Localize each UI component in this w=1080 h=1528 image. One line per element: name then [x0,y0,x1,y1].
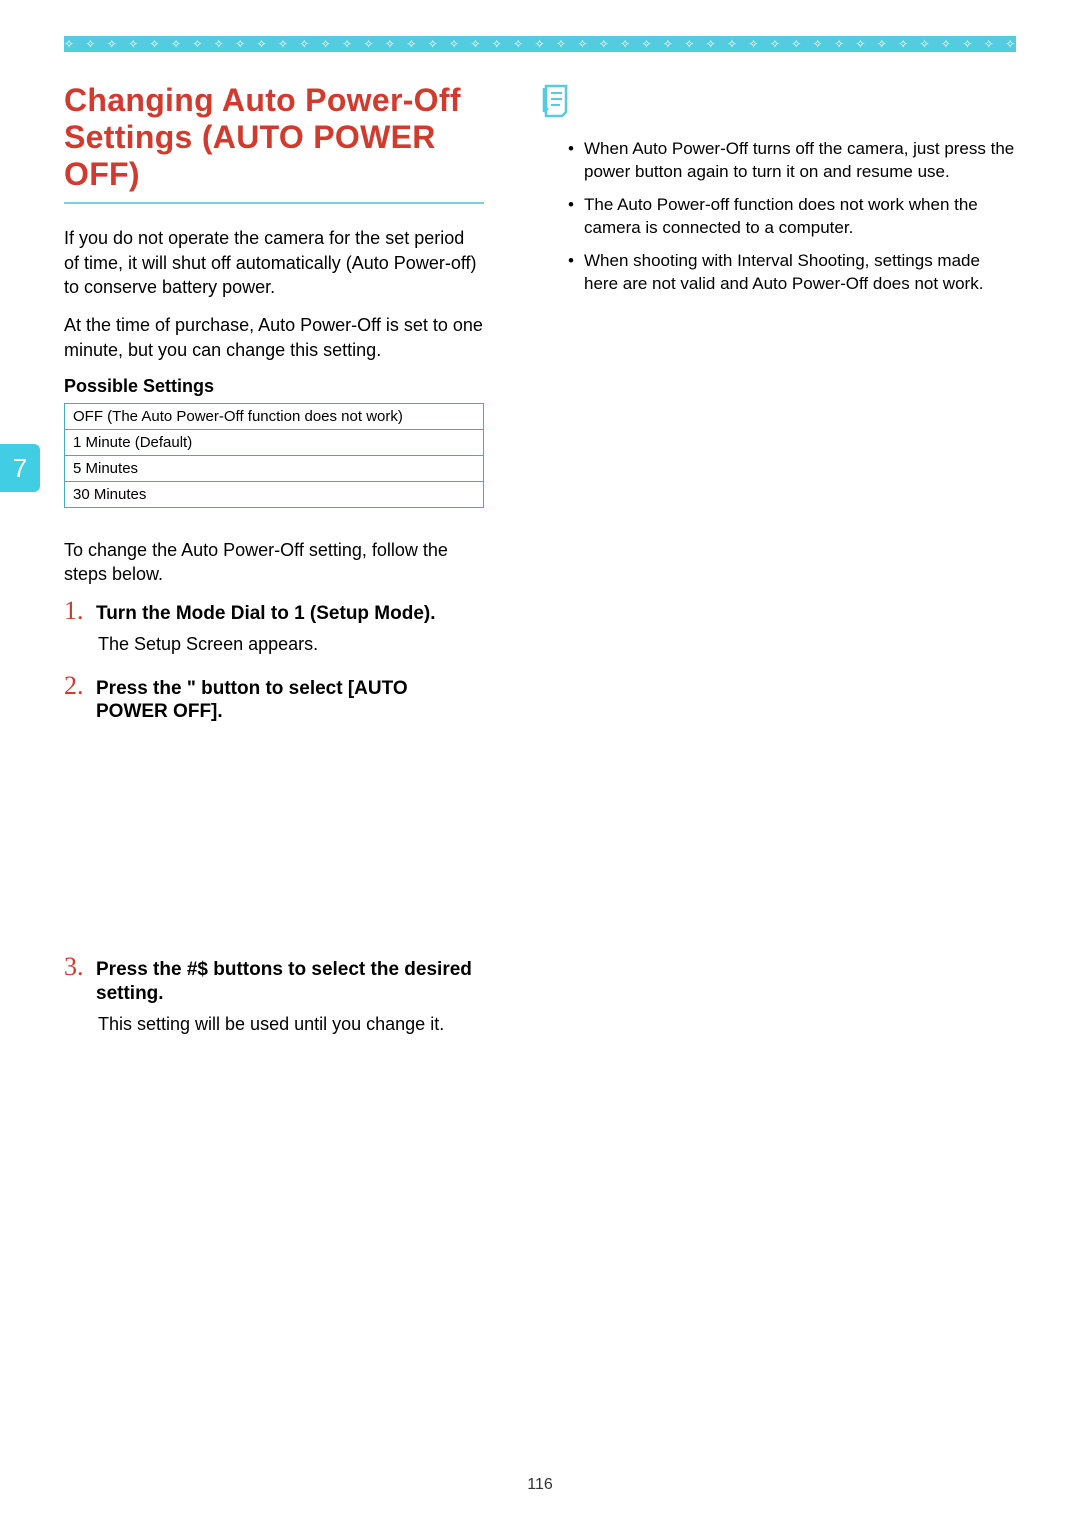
step-3-body: This setting will be used until you chan… [98,1012,484,1036]
intro-paragraph-1: If you do not operate the camera for the… [64,226,484,299]
memo-icon [540,82,576,118]
table-row: 5 Minutes [65,455,484,481]
step-number: 1. [64,598,86,624]
step-1: 1. Turn the Mode Dial to 1 (Setup Mode).… [64,598,484,656]
setting-1min: 1 Minute (Default) [65,429,484,455]
table-row: 1 Minute (Default) [65,429,484,455]
title-underline [64,202,484,204]
setting-off: OFF (The Auto Power-Off function does no… [65,403,484,429]
notes-list: When Auto Power-Off turns off the camera… [568,138,1016,296]
step-3-title: Press the #$ buttons to select the desir… [96,958,484,1006]
steps-intro: To change the Auto Power-Off setting, fo… [64,538,484,587]
setting-5min: 5 Minutes [65,455,484,481]
note-item: When shooting with Interval Shooting, se… [568,250,1016,296]
step-3: 3. Press the #$ buttons to select the de… [64,954,484,1036]
decorative-border: ✧ ✧ ✧ ✧ ✧ ✧ ✧ ✧ ✧ ✧ ✧ ✧ ✧ ✧ ✧ ✧ ✧ ✧ ✧ ✧ … [64,36,1016,52]
note-icon [540,82,1016,124]
section-title: Changing Auto Power-Off Settings (AUTO P… [64,82,484,192]
step-1-title: Turn the Mode Dial to 1 (Setup Mode). [96,602,436,626]
left-column: Changing Auto Power-Off Settings (AUTO P… [64,82,484,1052]
table-row: OFF (The Auto Power-Off function does no… [65,403,484,429]
step-number: 2. [64,673,86,699]
settings-table: OFF (The Auto Power-Off function does no… [64,403,484,508]
setting-30min: 30 Minutes [65,481,484,507]
step-number: 3. [64,954,86,980]
table-row: 30 Minutes [65,481,484,507]
step-1-body: The Setup Screen appears. [98,632,484,656]
possible-settings-label: Possible Settings [64,376,484,397]
chapter-tab: 7 [0,444,40,492]
page-number: 116 [0,1476,1080,1494]
manual-page: ✧ ✧ ✧ ✧ ✧ ✧ ✧ ✧ ✧ ✧ ✧ ✧ ✧ ✧ ✧ ✧ ✧ ✧ ✧ ✧ … [0,0,1080,1528]
note-item: The Auto Power-off function does not wor… [568,194,1016,240]
step-2-title: Press the " button to select [AUTO POWER… [96,677,484,725]
right-column: When Auto Power-Off turns off the camera… [540,82,1016,1052]
note-item: When Auto Power-Off turns off the camera… [568,138,1016,184]
intro-paragraph-2: At the time of purchase, Auto Power-Off … [64,313,484,362]
step-2: 2. Press the " button to select [AUTO PO… [64,673,484,725]
two-column-layout: Changing Auto Power-Off Settings (AUTO P… [64,82,1016,1052]
